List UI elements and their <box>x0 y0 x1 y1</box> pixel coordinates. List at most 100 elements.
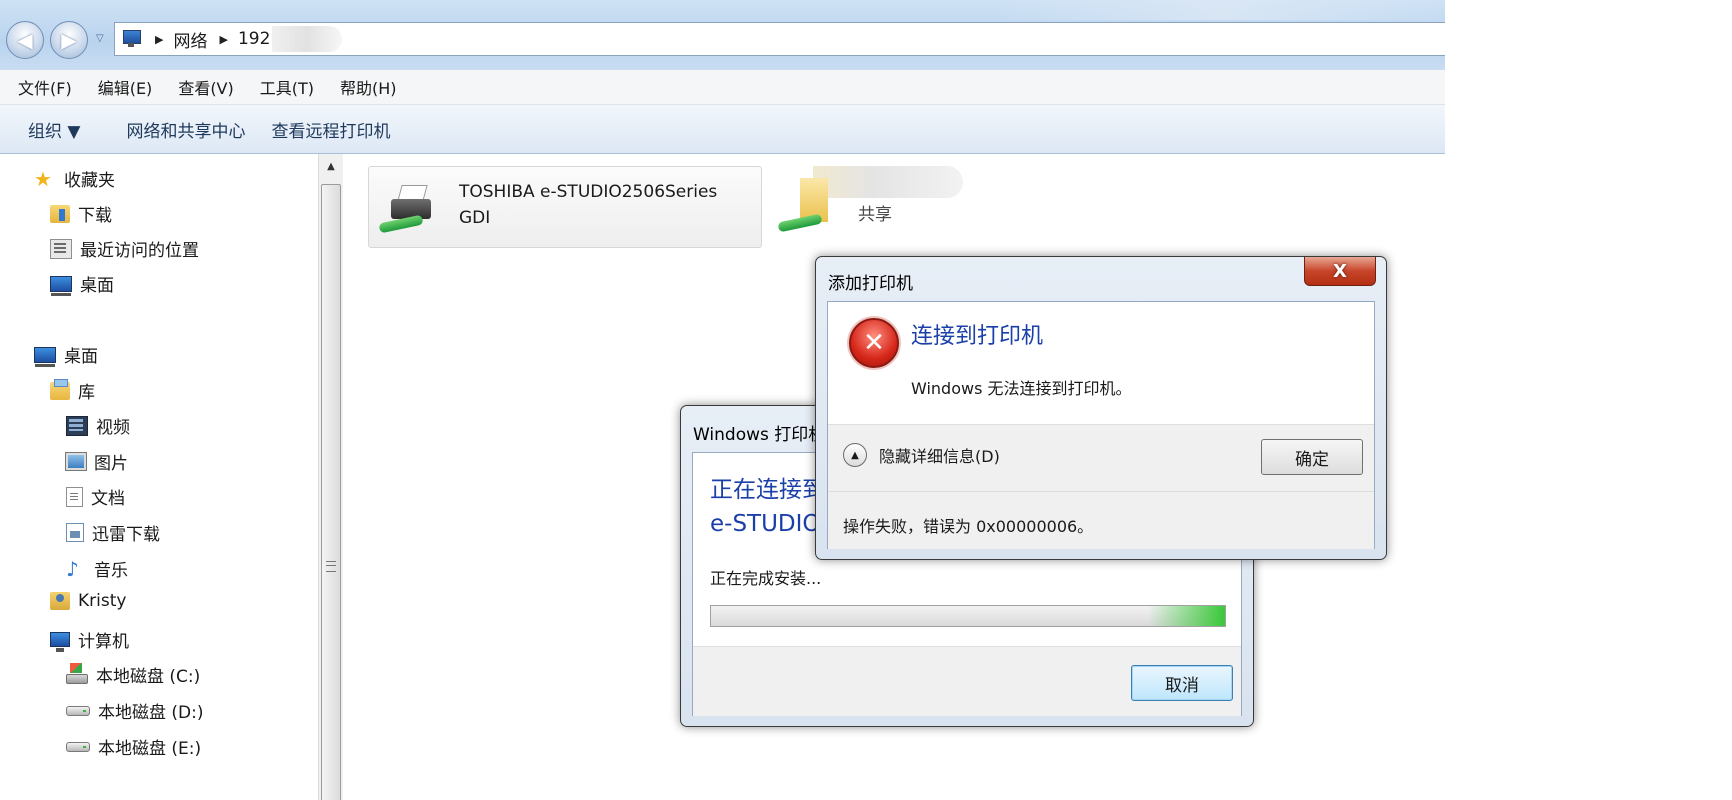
nav-label: 本地磁盘 (C:) <box>96 667 201 687</box>
progress-fill <box>1147 606 1225 626</box>
library-icon <box>50 378 70 400</box>
nav-item-pictures[interactable]: 图片 <box>66 449 128 474</box>
nav-label: 最近访问的位置 <box>80 241 199 261</box>
nav-label: 图片 <box>94 454 128 474</box>
nav-label: 迅雷下载 <box>92 525 160 545</box>
printer-name-line: GDI <box>459 208 491 228</box>
command-bar: 组织 ▼ 网络和共享中心 查看远程打印机 <box>0 105 1445 154</box>
blurred-title-area <box>1000 0 1445 20</box>
nav-label: 库 <box>78 383 95 403</box>
nav-item-recent[interactable]: 最近访问的位置 <box>50 236 199 261</box>
nav-item-libraries[interactable]: 库 <box>50 378 95 403</box>
nav-item-user[interactable]: Kristy <box>50 591 126 611</box>
nav-label: 计算机 <box>78 632 129 652</box>
recent-places-icon <box>50 238 72 259</box>
nav-item-drive-d[interactable]: 本地磁盘 (D:) <box>66 698 204 723</box>
user-folder-icon <box>50 592 70 610</box>
network-center-button[interactable]: 网络和共享中心 <box>126 117 245 142</box>
computer-icon <box>50 632 70 652</box>
nav-label: 下载 <box>78 206 112 226</box>
nav-item-computer[interactable]: 计算机 <box>50 627 129 652</box>
nav-item-desktop-favorite[interactable]: 桌面 <box>50 271 114 296</box>
menu-file[interactable]: 文件(F) <box>18 75 72 99</box>
chevron-right-icon: ▶ <box>219 32 228 46</box>
grip-icon <box>326 561 336 572</box>
scroll-up-arrow-icon[interactable]: ▲ <box>319 156 343 176</box>
breadcrumb-host[interactable]: 192. <box>238 29 276 49</box>
nav-label: Kristy <box>78 591 127 611</box>
dialog-title: 添加打印机 <box>828 274 913 294</box>
details-toggle-label: 隐藏详细信息(D) <box>879 447 1000 466</box>
redacted-address <box>271 26 342 52</box>
cancel-button[interactable]: 取消 <box>1131 665 1233 701</box>
hide-details-toggle[interactable]: ▲ 隐藏详细信息(D) <box>843 443 1000 467</box>
error-heading: 连接到打印机 <box>911 324 1044 349</box>
nav-item-drive-c[interactable]: 本地磁盘 (C:) <box>66 662 200 687</box>
nav-label: 本地磁盘 (D:) <box>98 703 204 723</box>
hard-drive-icon <box>66 705 90 716</box>
nav-label: 本地磁盘 (E:) <box>98 739 202 759</box>
nav-item-desktop[interactable]: 桌面 <box>34 342 98 367</box>
address-bar: ◀ ▶ ▽ ▶ 网络 ▶ 192. <box>0 0 1445 70</box>
ok-button[interactable]: 确定 <box>1261 439 1363 475</box>
organize-button[interactable]: 组织 ▼ <box>28 117 80 142</box>
scroll-thumb[interactable] <box>321 184 341 800</box>
share-label: 共享 <box>858 205 892 225</box>
network-printer-icon <box>378 181 439 237</box>
menu-bar: 文件(F) 编辑(E) 查看(V) 工具(T) 帮助(H) <box>0 70 1445 105</box>
desktop-icon <box>50 275 72 296</box>
error-message: Windows 无法连接到打印机。 <box>911 379 1132 398</box>
back-button[interactable]: ◀ <box>6 21 44 59</box>
nav-label: 桌面 <box>80 276 114 296</box>
nav-item-drive-e[interactable]: 本地磁盘 (E:) <box>66 734 201 759</box>
nav-item-documents[interactable]: 文档 <box>66 484 125 509</box>
star-icon: ★ <box>34 166 52 191</box>
nav-item-favorites[interactable]: ★ 收藏夹 <box>34 166 115 192</box>
install-progress-bar <box>710 605 1226 627</box>
add-printer-error-dialog: 添加打印机 X ✕ 连接到打印机 Windows 无法连接到打印机。 ▲ 隐藏详… <box>815 256 1387 560</box>
error-detail-text: 操作失败，错误为 0x00000006。 <box>843 517 1094 536</box>
document-icon <box>66 486 83 507</box>
nav-item-downloads[interactable]: 下载 <box>50 201 112 226</box>
nav-label: 视频 <box>96 418 130 438</box>
dialog-footer: 取消 <box>693 646 1241 716</box>
chevron-up-icon: ▲ <box>843 443 867 467</box>
desktop-icon <box>34 346 56 367</box>
forward-button[interactable]: ▶ <box>50 21 88 59</box>
shared-folder-item[interactable]: 共享 <box>768 166 998 246</box>
nav-item-videos[interactable]: 视频 <box>66 413 130 438</box>
nav-label: 音乐 <box>94 561 128 581</box>
hard-drive-icon <box>66 741 90 752</box>
system-drive-icon <box>66 662 88 684</box>
breadcrumb-network[interactable]: 网络 <box>173 27 207 52</box>
recent-pages-dropdown[interactable]: ▽ <box>96 33 104 44</box>
menu-help[interactable]: 帮助(H) <box>340 75 397 99</box>
nav-scrollbar[interactable]: ▲ <box>318 154 343 800</box>
close-button[interactable]: X <box>1304 257 1376 286</box>
shared-printer-item[interactable]: TOSHIBA e-STUDIO2506Series GDI <box>368 166 762 248</box>
view-remote-printers-button[interactable]: 查看远程打印机 <box>271 117 390 142</box>
error-icon: ✕ <box>849 318 899 368</box>
divider <box>828 491 1374 492</box>
computer-icon <box>121 30 143 48</box>
navigation-pane: ★ 收藏夹 下载 最近访问的位置 桌面 桌面 库 视频 图片 文档 迅雷下载 ♪… <box>0 154 318 800</box>
printer-name: TOSHIBA e-STUDIO2506Series GDI <box>459 179 749 231</box>
nav-item-music[interactable]: ♪ 音乐 <box>66 556 128 582</box>
menu-tools[interactable]: 工具(T) <box>260 75 314 99</box>
install-status: 正在完成安装... <box>710 569 822 588</box>
address-input[interactable]: ▶ 网络 ▶ 192. <box>114 22 1445 56</box>
video-icon <box>66 415 88 436</box>
forward-arrow-icon: ▶ <box>61 28 77 52</box>
chevron-right-icon: ▶ <box>155 32 164 46</box>
download-folder-icon <box>66 523 84 542</box>
dialog-body: ✕ 连接到打印机 Windows 无法连接到打印机。 ▲ 隐藏详细信息(D) 确… <box>827 301 1375 549</box>
menu-edit[interactable]: 编辑(E) <box>98 75 153 99</box>
close-icon: X <box>1333 260 1347 282</box>
details-panel: ▲ 隐藏详细信息(D) 确定 操作失败，错误为 0x00000006。 <box>828 424 1374 549</box>
menu-view[interactable]: 查看(V) <box>178 75 233 99</box>
nav-item-xunlei[interactable]: 迅雷下载 <box>66 520 160 545</box>
network-folder-icon <box>777 178 838 238</box>
music-note-icon: ♪ <box>66 556 79 581</box>
nav-label: 收藏夹 <box>64 171 115 191</box>
nav-label: 文档 <box>91 489 125 509</box>
